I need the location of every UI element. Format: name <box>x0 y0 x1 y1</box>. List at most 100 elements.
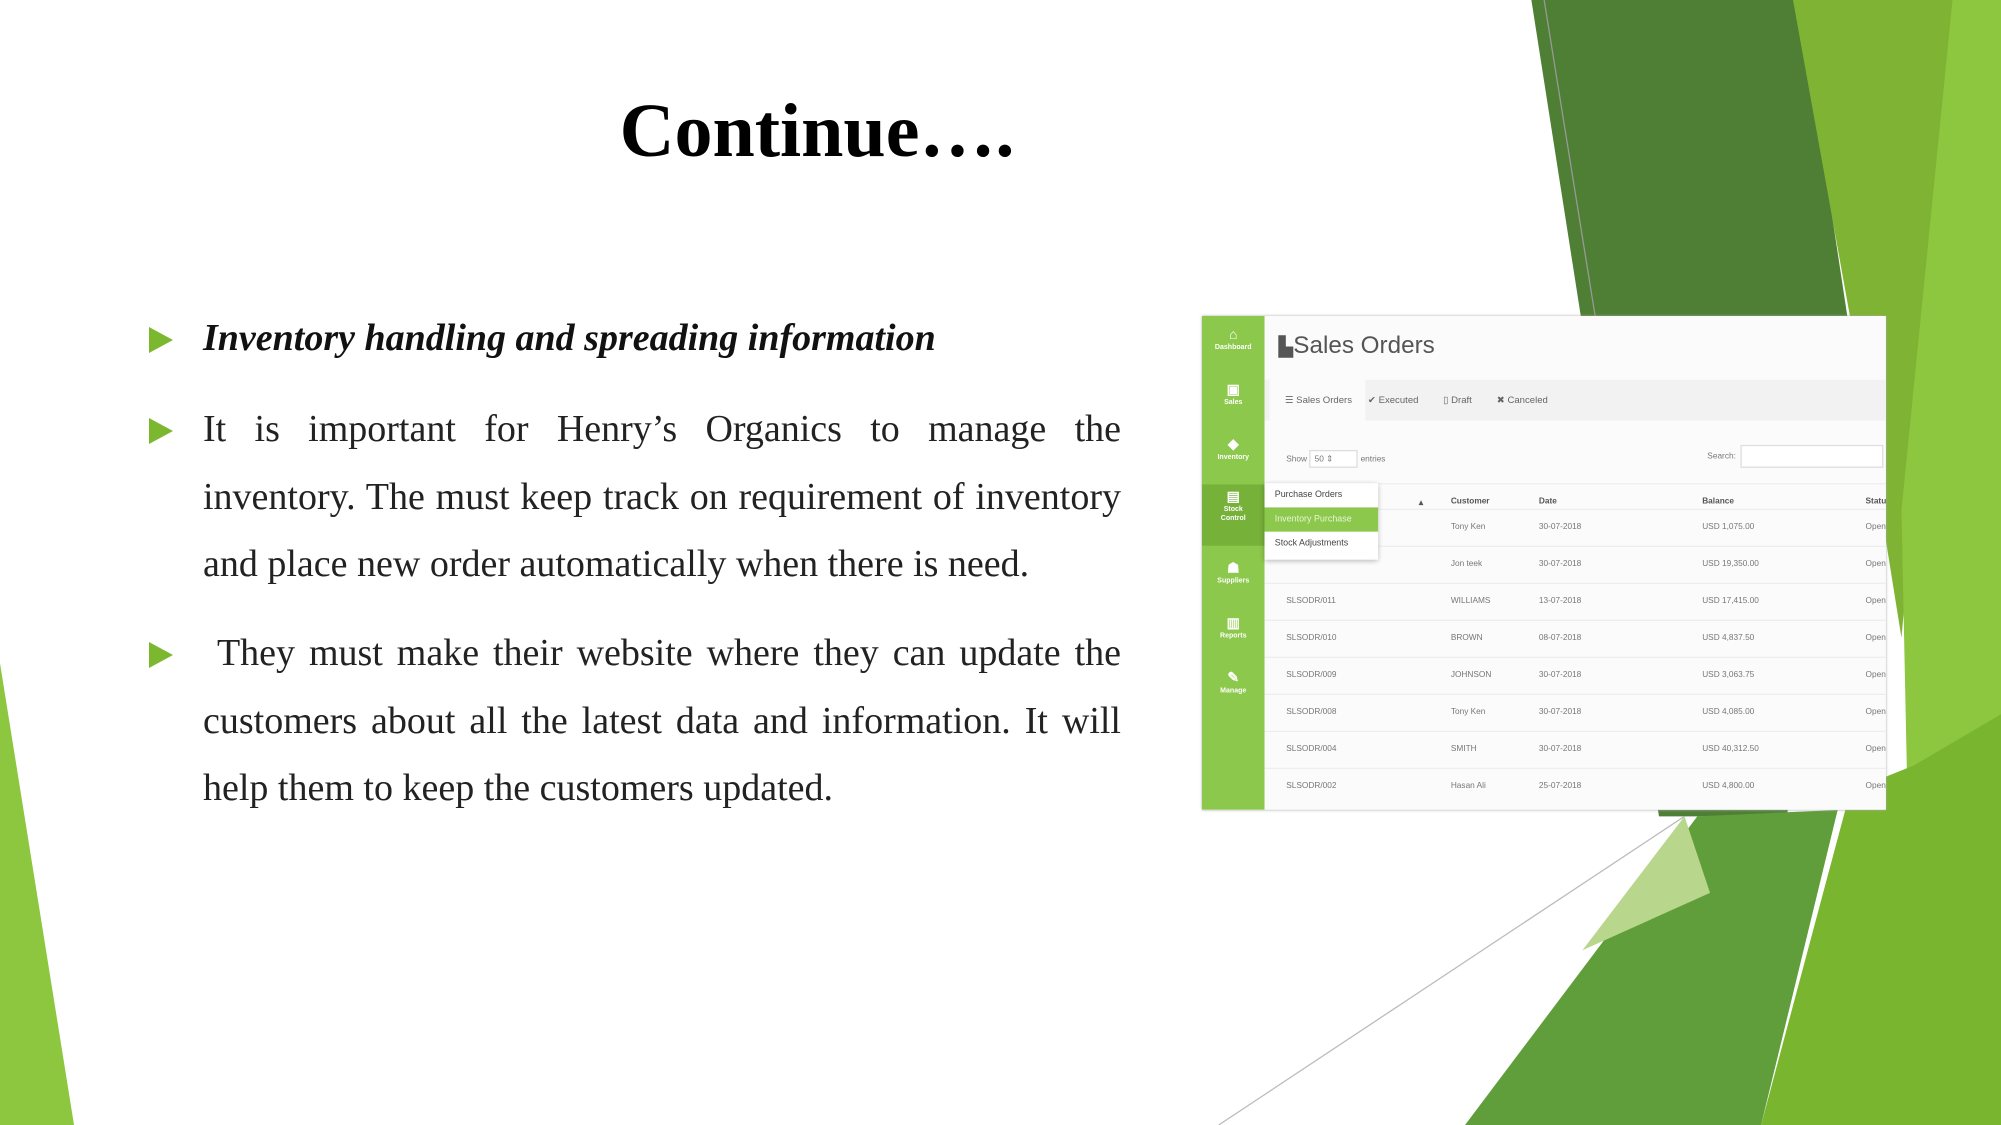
tab-canceled[interactable]: ✖ Canceled <box>1497 394 1548 405</box>
sidebar-item-inventory[interactable]: ◆ Inventory <box>1202 437 1265 463</box>
cell-id: SLSODR/008 <box>1286 707 1337 717</box>
sidebar-item-sales[interactable]: ▣ Sales <box>1202 382 1265 408</box>
stock-icon: ▤ <box>1226 489 1240 505</box>
cell-customer: WILLIAMS <box>1450 596 1491 606</box>
stock-control-dropdown: Purchase Orders Inventory Purchase Stock… <box>1264 483 1379 560</box>
label: Dashboard <box>1214 344 1252 352</box>
cell-status: Open <box>1865 559 1886 569</box>
document-icon: ▙ <box>1278 336 1294 359</box>
users-icon: ☗ <box>1226 560 1240 577</box>
sidebar: ⌂ Dashboard ▣ Sales ◆ Inventory ▤ Stock Cont… <box>1202 316 1265 810</box>
cell-balance: USD 3,063.75 <box>1702 670 1755 680</box>
tab-sales-orders[interactable]: ☰ Sales Orders <box>1269 379 1366 421</box>
bullet-arrow-icon <box>149 327 173 353</box>
bullet-arrow-icon <box>149 642 173 668</box>
search-control: Search: <box>1707 444 1884 468</box>
cell-date: 30-07-2018 <box>1538 559 1582 569</box>
cell-customer: BROWN <box>1450 633 1483 643</box>
tab-draft[interactable]: ▯ Draft <box>1443 394 1472 405</box>
table-row[interactable]: SLSODR/011 WILLIAMS 13-07-2018 USD 17,415.0… <box>1264 582 1886 619</box>
cell-customer: Tony Ken <box>1450 522 1486 532</box>
table-row[interactable]: SLSODR/009 JOHNSON 30-07-2018 USD 3,063.75 O… <box>1264 656 1886 693</box>
cell-id: SLSODR/002 <box>1286 781 1337 791</box>
cell-status: Open <box>1865 633 1886 643</box>
tab-label: Canceled <box>1507 393 1548 406</box>
cell-balance: USD 4,837.50 <box>1702 633 1755 643</box>
table-row[interactable]: SLSODR/004 SMITH 30-07-2018 USD 40,312.50 Op… <box>1264 730 1886 767</box>
cell-id: SLSODR/011 <box>1286 596 1336 606</box>
bullet-text: It is important for Henry’s Organics to … <box>203 408 1121 586</box>
label: Sales <box>1224 398 1243 407</box>
search-input[interactable] <box>1740 444 1884 468</box>
cell-status: Open <box>1865 522 1886 532</box>
table-row[interactable]: SLSODR/008 Tony Ken 30-07-2018 USD 4,085.00… <box>1264 693 1886 730</box>
cell-status: Open <box>1865 596 1886 606</box>
cell-balance: USD 4,085.00 <box>1702 707 1755 717</box>
bullet-item: They must make their website where they … <box>149 620 1121 823</box>
cell-customer: Tony Ken <box>1450 707 1486 717</box>
menu-item-stock-adjustments[interactable]: Stock Adjustments <box>1265 532 1379 556</box>
sidebar-item-stock-control[interactable]: ▤ Stock Control <box>1202 484 1265 546</box>
table-row[interactable]: SLSODR/002 Hasan Ali 25-07-2018 USD 4,800.0… <box>1264 767 1886 804</box>
tab-bar: ☰ Sales Orders ✔ Executed ▯ Draft ✖ Canc… <box>1264 379 1886 421</box>
menu-item-purchase-orders[interactable]: Purchase Orders <box>1265 483 1379 507</box>
entries-label: entries <box>1360 455 1386 465</box>
bullet-arrow-icon <box>149 418 173 444</box>
sidebar-item-reports[interactable]: ▥ Reports <box>1202 616 1265 642</box>
cell-date: 08-07-2018 <box>1538 633 1582 643</box>
cell-balance: USD 4,800.00 <box>1702 781 1755 791</box>
app-screenshot: ⌂ Dashboard ▣ Sales ◆ Inventory ▤ Stock Cont… <box>1202 316 1886 810</box>
cell-status: Open <box>1865 670 1886 680</box>
wrench-icon: ✎ <box>1227 670 1240 687</box>
cell-date: 30-07-2018 <box>1538 744 1582 754</box>
table-row[interactable]: SLSODR/010 BROWN 08-07-2018 USD 4,837.50 Ope… <box>1264 619 1886 656</box>
cell-customer: Jon teek <box>1450 559 1483 569</box>
cell-id: SLSODR/004 <box>1286 744 1337 754</box>
column-header[interactable]: Date <box>1539 497 1557 506</box>
cell-date: 30-07-2018 <box>1538 522 1582 532</box>
cell-balance: USD 40,312.50 <box>1702 744 1759 754</box>
label: Reports <box>1220 632 1247 641</box>
entries-select[interactable]: 50 ⇕ <box>1309 449 1359 468</box>
cell-status: Open <box>1865 781 1886 791</box>
cell-status: Open <box>1865 744 1886 754</box>
entries-control: Show 50 ⇕ entries <box>1286 449 1386 468</box>
sort-icon[interactable]: ▴ <box>1419 497 1423 507</box>
sidebar-item-suppliers[interactable]: ☗ Suppliers <box>1202 561 1265 587</box>
label: Inventory <box>1217 453 1250 462</box>
tab-executed[interactable]: ✔ Executed <box>1368 394 1419 405</box>
label: Suppliers <box>1217 577 1250 586</box>
column-header[interactable]: Status <box>1866 497 1886 506</box>
dashboard-icon: ⌂ <box>1229 327 1238 343</box>
menu-item-inventory-purchase[interactable]: Inventory Purchase <box>1264 507 1379 532</box>
column-header[interactable]: Balance <box>1702 497 1734 506</box>
money-icon: ▣ <box>1226 382 1240 398</box>
tag-icon: ◆ <box>1227 437 1239 453</box>
show-label: Show <box>1286 455 1307 465</box>
cell-date: 25-07-2018 <box>1538 781 1582 791</box>
label: Stock Control <box>1220 506 1246 523</box>
cell-balance: USD 17,415.00 <box>1702 596 1759 606</box>
bullet-item: It is important for Henry’s Organics to … <box>149 396 1121 599</box>
slide-title: Continue…. <box>619 89 1015 173</box>
entries-value: 50 <box>1314 455 1324 465</box>
cell-customer: SMITH <box>1450 744 1477 754</box>
bg-shape <box>0 663 75 1125</box>
bullet-text: They must make their website where they … <box>203 632 1131 810</box>
column-header[interactable]: Customer <box>1451 497 1490 506</box>
page-title: ▙Sales Orders <box>1279 333 1435 361</box>
cell-customer: JOHNSON <box>1450 670 1492 680</box>
tab-label: Sales Orders <box>1296 393 1353 406</box>
cell-id: SLSODR/010 <box>1286 633 1337 643</box>
cell-balance: USD 1,075.00 <box>1702 522 1755 532</box>
cell-date: 30-07-2018 <box>1538 670 1582 680</box>
cell-balance: USD 19,350.00 <box>1702 559 1759 569</box>
chart-icon: ▥ <box>1226 615 1240 632</box>
sidebar-item-dashboard[interactable]: ⌂ Dashboard <box>1202 327 1265 353</box>
sidebar-item-manage[interactable]: ✎ Manage <box>1202 671 1265 697</box>
cell-status: Open <box>1865 707 1886 717</box>
search-label: Search: <box>1707 452 1736 462</box>
bullet-text: Inventory handling and spreading informa… <box>203 317 936 359</box>
bullet-item: Inventory handling and spreading informa… <box>149 305 1121 373</box>
page-title-text: Sales Orders <box>1293 332 1435 360</box>
